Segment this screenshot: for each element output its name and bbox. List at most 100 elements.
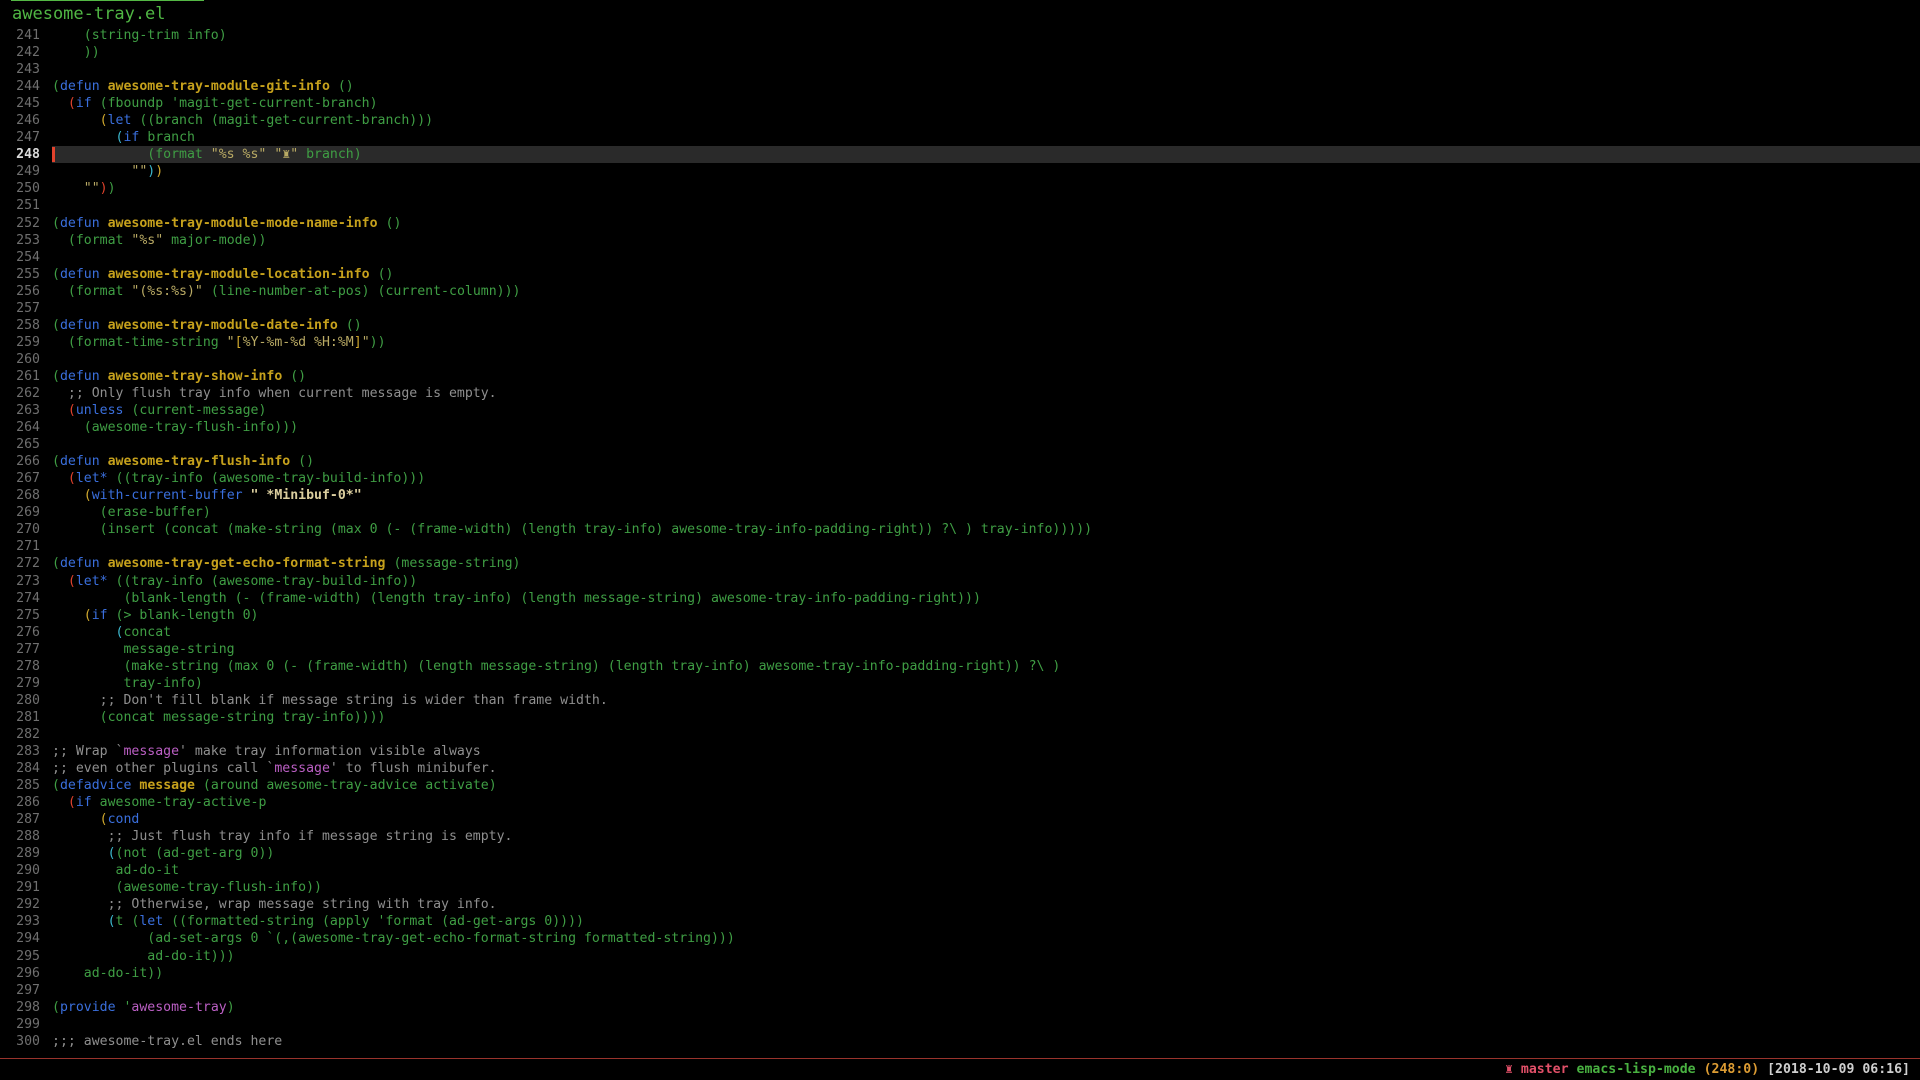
code-line[interactable]: 295 ad-do-it))) bbox=[0, 948, 1920, 965]
line-number: 277 bbox=[0, 641, 52, 658]
line-number: 255 bbox=[0, 266, 52, 283]
code-line[interactable]: 263 (unless (current-message) bbox=[0, 402, 1920, 419]
code-line[interactable]: 265 bbox=[0, 436, 1920, 453]
code-line[interactable]: 298(provide 'awesome-tray) bbox=[0, 999, 1920, 1016]
code-line[interactable]: 278 (make-string (max 0 (- (frame-width)… bbox=[0, 658, 1920, 675]
code-line[interactable]: 243 bbox=[0, 61, 1920, 78]
code-line[interactable]: 260 bbox=[0, 351, 1920, 368]
code-line[interactable]: 272(defun awesome-tray-get-echo-format-s… bbox=[0, 555, 1920, 572]
code-text: (defun awesome-tray-module-git-info () bbox=[52, 78, 1920, 95]
code-line[interactable]: 271 bbox=[0, 538, 1920, 555]
line-number: 282 bbox=[0, 726, 52, 743]
code-text: ;; Only flush tray info when current mes… bbox=[52, 385, 1920, 402]
code-line[interactable]: 285(defadvice message (around awesome-tr… bbox=[0, 777, 1920, 794]
line-number: 253 bbox=[0, 232, 52, 249]
code-line[interactable]: 254 bbox=[0, 249, 1920, 266]
code-line[interactable]: 300;;; awesome-tray.el ends here bbox=[0, 1033, 1920, 1050]
cursor-position-indicator: (248:0) bbox=[1704, 1062, 1760, 1077]
line-number: 294 bbox=[0, 930, 52, 947]
code-line[interactable]: 248 (format "%s %s" "♜" branch) bbox=[0, 146, 1920, 163]
line-number: 275 bbox=[0, 607, 52, 624]
code-line[interactable]: 292 ;; Otherwise, wrap message string wi… bbox=[0, 896, 1920, 913]
code-text: (concat bbox=[52, 624, 1920, 641]
line-number: 245 bbox=[0, 95, 52, 112]
code-line[interactable]: 280 ;; Don't fill blank if message strin… bbox=[0, 692, 1920, 709]
code-line[interactable]: 297 bbox=[0, 982, 1920, 999]
code-text: (awesome-tray-flush-info))) bbox=[52, 419, 1920, 436]
code-line[interactable]: 294 (ad-set-args 0 `(,(awesome-tray-get-… bbox=[0, 930, 1920, 947]
code-text: (if (fboundp 'magit-get-current-branch) bbox=[52, 95, 1920, 112]
code-line[interactable]: 286 (if awesome-tray-active-p bbox=[0, 794, 1920, 811]
git-branch-indicator: ♜ master bbox=[1505, 1062, 1569, 1077]
code-editor[interactable]: 241 (string-trim info)242 ))243244(defun… bbox=[0, 27, 1920, 1050]
line-number: 285 bbox=[0, 777, 52, 794]
code-line[interactable]: 257 bbox=[0, 300, 1920, 317]
code-text bbox=[52, 61, 1920, 78]
code-line[interactable]: 279 tray-info) bbox=[0, 675, 1920, 692]
code-line[interactable]: 287 (cond bbox=[0, 811, 1920, 828]
code-line[interactable]: 249 "")) bbox=[0, 163, 1920, 180]
code-line[interactable]: 258(defun awesome-tray-module-date-info … bbox=[0, 317, 1920, 334]
line-number: 293 bbox=[0, 913, 52, 930]
code-line[interactable]: 293 (t (let ((formatted-string (apply 'f… bbox=[0, 913, 1920, 930]
code-text: (blank-length (- (frame-width) (length t… bbox=[52, 590, 1920, 607]
line-number: 244 bbox=[0, 78, 52, 95]
code-line[interactable]: 244(defun awesome-tray-module-git-info (… bbox=[0, 78, 1920, 95]
buffer-title[interactable]: awesome-tray.el bbox=[11, 0, 204, 25]
code-line[interactable]: 251 bbox=[0, 197, 1920, 214]
code-line[interactable]: 281 (concat message-string tray-info)))) bbox=[0, 709, 1920, 726]
code-line[interactable]: 275 (if (> blank-length 0) bbox=[0, 607, 1920, 624]
code-line[interactable]: 267 (let* ((tray-info (awesome-tray-buil… bbox=[0, 470, 1920, 487]
code-text: (if awesome-tray-active-p bbox=[52, 794, 1920, 811]
code-text: ((not (ad-get-arg 0)) bbox=[52, 845, 1920, 862]
code-text bbox=[52, 436, 1920, 453]
code-line[interactable]: 246 (let ((branch (magit-get-current-bra… bbox=[0, 112, 1920, 129]
code-text: ;; Otherwise, wrap message string with t… bbox=[52, 896, 1920, 913]
code-text bbox=[52, 249, 1920, 266]
code-line[interactable]: 273 (let* ((tray-info (awesome-tray-buil… bbox=[0, 573, 1920, 590]
code-line[interactable]: 266(defun awesome-tray-flush-info () bbox=[0, 453, 1920, 470]
line-number: 276 bbox=[0, 624, 52, 641]
code-text: (defun awesome-tray-module-date-info () bbox=[52, 317, 1920, 334]
code-text bbox=[52, 538, 1920, 555]
code-line[interactable]: 262 ;; Only flush tray info when current… bbox=[0, 385, 1920, 402]
line-number: 283 bbox=[0, 743, 52, 760]
code-line[interactable]: 282 bbox=[0, 726, 1920, 743]
code-line[interactable]: 299 bbox=[0, 1016, 1920, 1033]
code-text: (format "(%s:%s)" (line-number-at-pos) (… bbox=[52, 283, 1920, 300]
code-line[interactable]: 253 (format "%s" major-mode)) bbox=[0, 232, 1920, 249]
code-text: (erase-buffer) bbox=[52, 504, 1920, 521]
code-line[interactable]: 268 (with-current-buffer " *Minibuf-0*" bbox=[0, 487, 1920, 504]
code-text: (cond bbox=[52, 811, 1920, 828]
code-line[interactable]: 252(defun awesome-tray-module-mode-name-… bbox=[0, 215, 1920, 232]
code-line[interactable]: 274 (blank-length (- (frame-width) (leng… bbox=[0, 590, 1920, 607]
code-text: "")) bbox=[52, 163, 1920, 180]
code-line[interactable]: 241 (string-trim info) bbox=[0, 27, 1920, 44]
code-line[interactable]: 296 ad-do-it)) bbox=[0, 965, 1920, 982]
code-line[interactable]: 255(defun awesome-tray-module-location-i… bbox=[0, 266, 1920, 283]
code-line[interactable]: 291 (awesome-tray-flush-info)) bbox=[0, 879, 1920, 896]
code-line[interactable]: 247 (if branch bbox=[0, 129, 1920, 146]
code-text: (string-trim info) bbox=[52, 27, 1920, 44]
code-line[interactable]: 269 (erase-buffer) bbox=[0, 504, 1920, 521]
code-text: ;; even other plugins call `message' to … bbox=[52, 760, 1920, 777]
code-line[interactable]: 245 (if (fboundp 'magit-get-current-bran… bbox=[0, 95, 1920, 112]
line-number: 292 bbox=[0, 896, 52, 913]
line-number: 254 bbox=[0, 249, 52, 266]
code-line[interactable]: 284;; even other plugins call `message' … bbox=[0, 760, 1920, 777]
code-line[interactable]: 283;; Wrap `message' make tray informati… bbox=[0, 743, 1920, 760]
line-number: 288 bbox=[0, 828, 52, 845]
code-line[interactable]: 290 ad-do-it bbox=[0, 862, 1920, 879]
code-line[interactable]: 261(defun awesome-tray-show-info () bbox=[0, 368, 1920, 385]
code-line[interactable]: 276 (concat bbox=[0, 624, 1920, 641]
code-line[interactable]: 288 ;; Just flush tray info if message s… bbox=[0, 828, 1920, 845]
code-line[interactable]: 259 (format-time-string "[%Y-%m-%d %H:%M… bbox=[0, 334, 1920, 351]
code-line[interactable]: 277 message-string bbox=[0, 641, 1920, 658]
code-line[interactable]: 270 (insert (concat (make-string (max 0 … bbox=[0, 521, 1920, 538]
code-line[interactable]: 289 ((not (ad-get-arg 0)) bbox=[0, 845, 1920, 862]
code-line[interactable]: 264 (awesome-tray-flush-info))) bbox=[0, 419, 1920, 436]
code-line[interactable]: 250 "")) bbox=[0, 180, 1920, 197]
code-line[interactable]: 256 (format "(%s:%s)" (line-number-at-po… bbox=[0, 283, 1920, 300]
code-text: (t (let ((formatted-string (apply 'forma… bbox=[52, 913, 1920, 930]
code-line[interactable]: 242 )) bbox=[0, 44, 1920, 61]
